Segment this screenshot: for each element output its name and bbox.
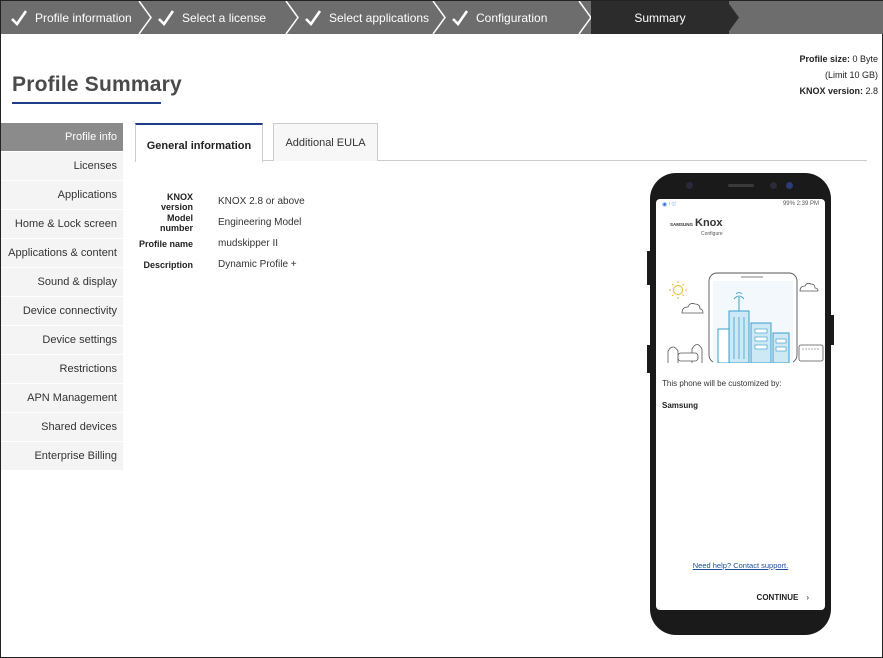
- info-value: Dynamic Profile +: [218, 259, 297, 270]
- knox-configure-label: Configure: [701, 231, 723, 237]
- sidebar-item-applications[interactable]: Applications: [1, 181, 123, 210]
- info-row: Description Dynamic Profile +: [135, 254, 305, 275]
- wizard-step-select-license[interactable]: Select a license: [158, 1, 266, 34]
- phone-earpiece: [728, 184, 754, 187]
- wizard-step-summary[interactable]: Summary: [591, 1, 729, 34]
- profile-limit: (Limit 10 GB): [824, 70, 878, 80]
- wizard-step-label: Summary: [634, 10, 686, 25]
- info-value: mudskipper II: [218, 238, 279, 249]
- sidebar: Profile info Licenses Applications Home …: [1, 123, 123, 471]
- sidebar-item-restrictions[interactable]: Restrictions: [1, 355, 123, 384]
- company-name: Samsung: [662, 401, 699, 410]
- info-row: KNOX version KNOX 2.8 or above: [135, 191, 305, 212]
- wizard-step-label: Select applications: [329, 10, 430, 25]
- info-label: Description: [143, 259, 193, 270]
- info-row: Model number Engineering Model: [135, 212, 305, 233]
- wizard-steps: Profile information Select a license Sel…: [1, 1, 883, 34]
- phone-sensor: [686, 182, 693, 189]
- sidebar-item-sound-display[interactable]: Sound & display: [1, 268, 123, 297]
- info-label: Model number: [159, 212, 193, 233]
- profile-meta: Profile size: 0 Byte (Limit 10 GB) KNOX …: [799, 51, 878, 99]
- sidebar-item-shared-devices[interactable]: Shared devices: [1, 413, 123, 442]
- status-bar: 99% 2:39 PM: [782, 201, 819, 207]
- info-value: Engineering Model: [218, 217, 302, 228]
- phone-volume-button: [647, 251, 650, 285]
- checkmark-icon: [158, 9, 174, 26]
- city-illustration: [667, 272, 824, 363]
- step-separator-icon: [138, 1, 152, 34]
- sidebar-item-licenses[interactable]: Licenses: [1, 152, 123, 181]
- sidebar-item-applications-content[interactable]: Applications & content: [1, 239, 123, 268]
- page-title: Profile Summary: [12, 73, 182, 96]
- wizard-step-select-applications[interactable]: Select applications: [305, 1, 429, 34]
- checkmark-icon: [452, 9, 468, 26]
- step-separator-icon: [285, 1, 299, 34]
- phone-power-button: [831, 315, 834, 345]
- cloud-icon: [799, 282, 819, 292]
- phone-preview: ◉ ᵎ ⛆ 99% 2:39 PM SAMSUNG Knox Configure: [647, 173, 834, 635]
- step-separator-icon: [432, 1, 446, 34]
- contact-support-link[interactable]: Need help? Contact support.: [656, 561, 825, 570]
- sidebar-item-device-connectivity[interactable]: Device connectivity: [1, 297, 123, 326]
- wizard-step-label: Select a license: [182, 10, 267, 25]
- tab-bar: General information Additional EULA: [135, 123, 867, 162]
- profile-size: Profile size: 0 Byte: [799, 54, 878, 64]
- phone-iris-sensor: [786, 182, 793, 189]
- general-info-table: KNOX version KNOX 2.8 or above Model num…: [135, 191, 305, 275]
- sidebar-item-apn-management[interactable]: APN Management: [1, 384, 123, 413]
- wizard-step-assign-devices[interactable]: Assign devices: [739, 1, 883, 34]
- sidebar-item-enterprise-billing[interactable]: Enterprise Billing: [1, 442, 123, 471]
- checkmark-icon: [11, 9, 27, 26]
- knox-version: KNOX version: 2.8: [799, 86, 878, 96]
- phone-screen: ◉ ᵎ ⛆ 99% 2:39 PM SAMSUNG Knox Configure: [656, 199, 825, 610]
- title-underline: [12, 102, 161, 104]
- info-label: KNOX version: [160, 191, 193, 212]
- sidebar-item-home-lock-screen[interactable]: Home & Lock screen: [1, 210, 123, 239]
- phone-bixby-button: [647, 345, 650, 373]
- knox-logo: SAMSUNG Knox: [670, 217, 723, 229]
- continue-button[interactable]: CONTINUE ›: [757, 593, 809, 602]
- chevron-right-icon: ›: [806, 593, 809, 602]
- sidebar-item-device-settings[interactable]: Device settings: [1, 326, 123, 355]
- checkmark-icon: [305, 9, 321, 26]
- wizard-step-label: Assign devices: [774, 10, 855, 25]
- sun-icon: [669, 281, 687, 299]
- tab-additional-eula[interactable]: Additional EULA: [273, 123, 378, 161]
- page-title-wrap: Profile Summary: [12, 73, 182, 97]
- wizard-step-label: Profile information: [35, 10, 132, 25]
- sidebar-item-profile-info[interactable]: Profile info: [1, 123, 123, 152]
- customized-by-text: This phone will be customized by:: [662, 379, 782, 388]
- cloud-icon: [681, 303, 704, 314]
- wizard-step-profile-information[interactable]: Profile information: [11, 1, 132, 34]
- wizard-step-configuration[interactable]: Configuration: [452, 1, 547, 34]
- wizard-step-label: Configuration: [476, 10, 548, 25]
- phone-camera: [770, 182, 777, 189]
- info-label: Profile name: [138, 238, 193, 249]
- info-row: Profile name mudskipper II: [135, 233, 305, 254]
- step-separator-icon: [727, 1, 739, 34]
- tab-general-information[interactable]: General information: [135, 123, 263, 162]
- info-value: KNOX 2.8 or above: [218, 196, 305, 207]
